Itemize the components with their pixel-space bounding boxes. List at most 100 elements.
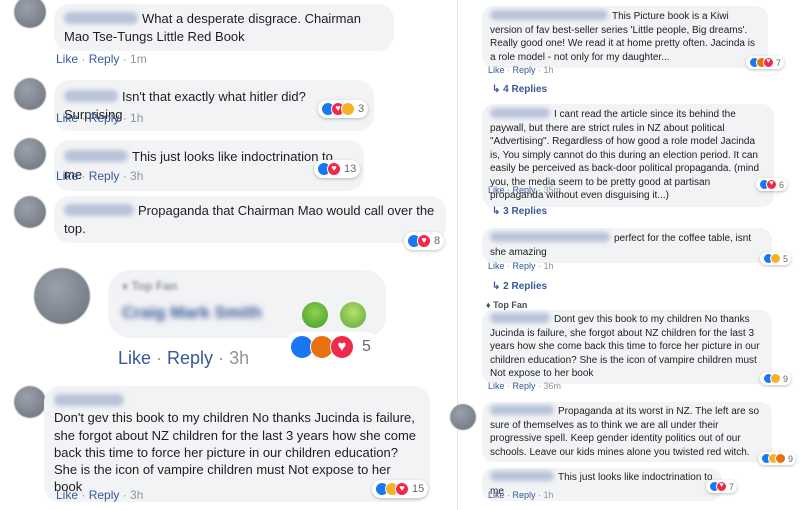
timestamp[interactable]: 36m [544,381,562,391]
comment-bubble: Propaganda that Chairman Mao would call … [54,196,446,244]
reaction-summary[interactable]: 5 [760,252,792,265]
comment: Propaganda that Chairman Mao would call … [0,192,455,252]
timestamp[interactable]: 1h [544,65,554,75]
reply-link[interactable]: Reply [513,490,536,500]
comment-text: Dont gev this book to my children No tha… [490,314,760,379]
author-name[interactable] [64,12,138,24]
comment-actions: Like · Reply · 3h [118,348,250,368]
reply-link[interactable]: Reply [513,65,536,75]
avatar[interactable] [14,138,46,170]
replies-count: 3 Replies [503,206,548,217]
reply-link[interactable]: Reply [513,261,536,271]
author-name[interactable] [490,471,554,481]
reply-link[interactable]: Reply [89,169,120,183]
like-link[interactable]: Like [56,52,78,66]
love-reaction-icon: ♥ [327,162,341,176]
haha-reaction-icon [341,102,355,116]
comment-text: Don't gev this book to my children No th… [54,410,417,495]
comment: I cant read the article since its behind… [460,104,810,222]
reply-link[interactable]: Reply [89,488,120,502]
reaction-summary[interactable]: ♥ 15 [372,480,429,498]
like-link[interactable]: Like [488,381,505,391]
author-name[interactable] [490,10,608,20]
reaction-count: 15 [412,483,425,495]
avatar[interactable] [14,386,46,418]
author-name[interactable] [64,204,134,216]
haha-reaction-icon [770,253,781,264]
angry-reaction-icon [775,453,786,464]
reply-link[interactable]: Reply [513,185,536,195]
timestamp[interactable]: 1h [544,490,554,500]
reaction-summary[interactable]: ♥ 7 [746,56,785,69]
like-link[interactable]: Like [56,169,78,183]
comment-actions: Like · Reply · 3h [56,169,144,183]
avatar[interactable] [14,78,46,110]
comment: This Picture book is a Kiwi version of f… [460,0,810,96]
comment-actions: Like · Reply · 1h [488,65,554,75]
reaction-summary[interactable]: ♥ 8 [404,232,445,250]
like-link[interactable]: Like [56,111,78,125]
reaction-summary[interactable]: ♥ 6 [756,178,788,191]
reply-link[interactable]: Reply [167,348,213,368]
timestamp[interactable]: 1m [130,52,147,66]
comment-actions: Like · Reply · 35m [488,185,562,195]
reaction-summary[interactable]: ♥ 3 [318,100,369,118]
timestamp[interactable]: 1h [130,111,143,125]
comment: This just looks like indoctrination to m… [460,466,810,510]
left-comment-panel: What a desperate disgrace. Chairman Mao … [0,0,455,510]
author-name[interactable] [490,405,554,415]
like-link[interactable]: Like [488,261,505,271]
author-name[interactable] [54,394,124,406]
timestamp[interactable]: 3h [130,488,143,502]
author-name[interactable]: Craig Mark Smith [122,302,372,325]
comment-actions: Like · Reply · 1h [56,111,144,125]
author-name[interactable] [64,90,118,102]
reply-link[interactable]: Reply [513,381,536,391]
like-link[interactable]: Like [488,185,505,195]
comment: Don't gev this book to my children No th… [0,384,455,510]
like-link[interactable]: Like [488,65,505,75]
love-reaction-icon: ♥ [330,335,354,359]
comment-actions: Like · Reply · 36m [488,381,562,391]
like-link[interactable]: Like [118,348,151,368]
comment-bubble: What a desperate disgrace. Chairman Mao … [54,4,394,52]
author-name[interactable] [490,313,550,323]
avatar[interactable] [34,268,90,324]
timestamp[interactable]: 3h [229,348,249,368]
author-name[interactable] [490,108,550,118]
reply-link[interactable]: Reply [89,111,120,125]
top-fan-badge: ♦ Top Fan [486,300,527,310]
timestamp[interactable]: 35m [544,185,562,195]
comment: ♦ Top Fan Dont gev this book to my child… [460,300,810,396]
replies-count: 2 Replies [503,281,548,292]
view-replies-link[interactable]: ↳ 4 Replies [492,84,547,95]
reply-link[interactable]: Reply [89,52,120,66]
timestamp[interactable]: 1h [544,261,554,271]
avatar[interactable] [14,196,46,228]
reaction-summary[interactable]: 9 [758,452,797,465]
like-link[interactable]: Like [56,488,78,502]
love-reaction-icon: ♥ [417,234,431,248]
badge-text: Top Fan [493,300,528,310]
comment: This just looks like indoctrination to m… [0,134,455,192]
like-link[interactable]: Like [488,490,505,500]
reaction-count: 5 [783,253,789,264]
author-name[interactable] [490,232,610,242]
avatar[interactable] [450,404,476,430]
avatar[interactable] [14,0,46,28]
comment-bubble: This Picture book is a Kiwi version of f… [482,6,768,68]
reaction-summary[interactable]: ♥ 7 [706,480,738,493]
view-replies-link[interactable]: ↳ 2 Replies [492,281,547,292]
comment-bubble: perfect for the coffee table, isnt she a… [482,228,772,263]
reaction-summary[interactable]: ♥ 13 [314,160,361,178]
comment-actions: Like · Reply · 1h [488,261,554,271]
sick-emoji-icon [302,302,328,328]
view-replies-link[interactable]: ↳ 3 Replies [492,206,547,217]
replies-count: 4 Replies [503,84,548,95]
haha-reaction-icon [770,373,781,384]
author-name[interactable] [64,150,128,162]
love-reaction-icon: ♥ [763,57,774,68]
reaction-summary[interactable]: ♥ 5 [286,332,379,362]
timestamp[interactable]: 3h [130,169,143,183]
reaction-summary[interactable]: 9 [760,372,792,385]
